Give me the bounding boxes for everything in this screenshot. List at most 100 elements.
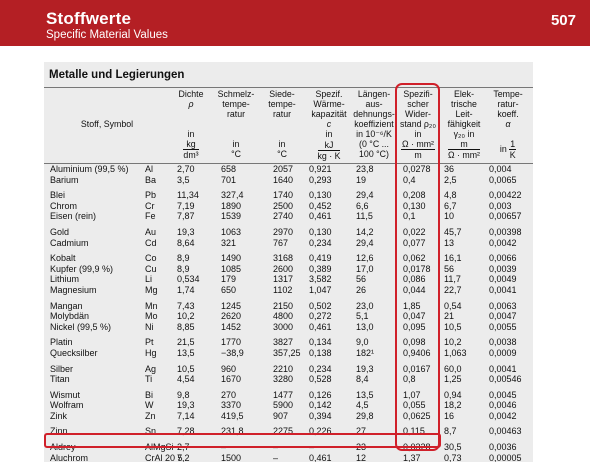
cell-dichte: 0,534 <box>177 274 200 285</box>
cell-leitfaehigkeit: 22,7 <box>444 284 462 295</box>
cell-laengenausdehnung: 26 <box>356 284 367 295</box>
cell-waermekapazitaet: 0,419 <box>309 253 332 264</box>
cell-siedetemperatur: 357,25 <box>273 347 301 358</box>
cell-temperaturkoeffizient: 0,0038 <box>489 337 517 348</box>
table-row: Molybdän Mo 10,2 2620 4800 0,272 5,1 0,047 21 0,0… <box>44 311 533 322</box>
cell-waermekapazitaet: 0,134 <box>309 337 332 348</box>
table-row: Zink Zn 7,14 419,5 907 0,394 29,8 0,0625 16 0,004… <box>44 411 533 422</box>
material-name: Aluchrom <box>50 452 89 462</box>
cell-waermekapazitaet: 0,126 <box>309 389 332 400</box>
cell-temperaturkoeffizient: 0,0036 <box>489 442 517 453</box>
cell-temperaturkoeffizient: 0,0049 <box>489 274 517 285</box>
highlight-konstantan-row <box>44 433 441 448</box>
cell-temperaturkoeffizient: 0,00005 <box>489 452 522 462</box>
table-row: Gold Au 19,3 1063 2970 0,130 14,2 0,022 45,7 0,00… <box>44 227 533 238</box>
cell-spez-widerstand: 1,37 <box>403 452 421 462</box>
cell-temperaturkoeffizient: 0,0047 <box>489 311 517 322</box>
material-symbol: Pb <box>145 190 157 201</box>
material-name: Wolfram <box>50 400 84 411</box>
cell-schmelztemperatur: 960 <box>221 363 237 374</box>
cell-schmelztemperatur: 1539 <box>221 211 242 222</box>
cell-schmelztemperatur: 1085 <box>221 263 242 274</box>
cell-leitfaehigkeit: 18,2 <box>444 400 462 411</box>
material-name: Wismut <box>50 389 80 400</box>
cell-waermekapazitaet: 0,502 <box>309 300 332 311</box>
cell-laengenausdehnung: 6,6 <box>356 200 369 211</box>
material-symbol: Ni <box>145 321 154 332</box>
cell-laengenausdehnung: 29,4 <box>356 190 374 201</box>
cell-temperaturkoeffizient: 0,0009 <box>489 347 517 358</box>
cell-waermekapazitaet: 0,461 <box>309 211 332 222</box>
cell-dichte: 7,19 <box>177 200 195 211</box>
table-row: Eisen (rein) Fe 7,87 1539 2740 0,461 11,5 0,1 10… <box>44 211 533 222</box>
cell-waermekapazitaet: 0,394 <box>309 410 332 421</box>
table-row: Nickel (99,5 %) Ni 8,85 1452 3000 0,461 13,0 0,… <box>44 322 533 333</box>
col-header-temperaturkoeffizient: Tempe- ratur- koeff. α in 1K <box>493 89 523 160</box>
material-name: Kobalt <box>50 253 76 264</box>
cell-siedetemperatur: 2057 <box>273 164 294 174</box>
cell-waermekapazitaet: 0,234 <box>309 237 332 248</box>
col-header-laengenausdehnung: Längen- aus- dehnungs- koeffizient in 10… <box>353 89 395 159</box>
cell-dichte: 11,34 <box>177 190 199 201</box>
cell-laengenausdehnung: 12,6 <box>356 253 374 264</box>
cell-dichte: 1,74 <box>177 284 195 295</box>
cell-siedetemperatur: 767 <box>273 237 289 248</box>
col-header-stoff: Stoff, Symbol <box>80 119 134 129</box>
material-name: Titan <box>50 374 70 385</box>
table-row: Mangan Mn 7,43 1245 2150 0,502 23,0 1,85 0,54 0,0… <box>44 301 533 312</box>
material-symbol: Cu <box>145 263 157 274</box>
material-name: Magnesium <box>50 284 97 295</box>
material-symbol: Fe <box>145 211 156 222</box>
table-row: Quecksilber Hg 13,5 −38,9 357,25 0,138 182¹ 0,9… <box>44 348 533 359</box>
cell-laengenausdehnung: 13,5 <box>356 389 374 400</box>
material-symbol: Pt <box>145 337 154 348</box>
material-name: Mangan <box>50 300 83 311</box>
cell-dichte: 8,9 <box>177 263 190 274</box>
cell-dichte: 8,64 <box>177 237 195 248</box>
cell-temperaturkoeffizient: 0,003 <box>489 200 512 211</box>
cell-laengenausdehnung: 14,2 <box>356 226 374 237</box>
cell-siedetemperatur: 3000 <box>273 321 294 332</box>
table-row: Chrom Cr 7,19 1890 2500 0,452 6,6 0,130 6,7 0,003 <box>44 201 533 212</box>
cell-dichte: 21,5 <box>177 337 195 348</box>
material-name: Blei <box>50 190 66 201</box>
cell-laengenausdehnung: 182¹ <box>356 347 375 358</box>
cell-dichte: 10,5 <box>177 363 195 374</box>
cell-siedetemperatur: 1740 <box>273 190 294 201</box>
cell-waermekapazitaet: 0,142 <box>309 400 332 411</box>
material-name: Aluminium (99,5 %) <box>50 164 129 174</box>
cell-temperaturkoeffizient: 0,0042 <box>489 237 517 248</box>
cell-dichte: 19,3 <box>177 226 195 237</box>
cell-schmelztemperatur: 1452 <box>221 321 242 332</box>
table-row: Wismut Bi 9,8 270 1477 0,126 13,5 1,07 0,94 0,004… <box>44 390 533 401</box>
cell-leitfaehigkeit: 4,8 <box>444 190 457 201</box>
cell-schmelztemperatur: 1670 <box>221 374 242 385</box>
material-name: Eisen (rein) <box>50 211 97 222</box>
cell-laengenausdehnung: 19 <box>356 174 367 185</box>
cell-temperaturkoeffizient: 0,0063 <box>489 300 517 311</box>
material-symbol: Cd <box>145 237 157 248</box>
page-number: 507 <box>550 12 576 29</box>
cell-laengenausdehnung: 13,0 <box>356 321 374 332</box>
cell-dichte: 7,14 <box>177 410 195 421</box>
cell-leitfaehigkeit: 21 <box>444 311 455 322</box>
material-symbol: Bi <box>145 389 154 400</box>
cell-laengenausdehnung: 23,8 <box>356 164 374 174</box>
cell-leitfaehigkeit: 0,54 <box>444 300 462 311</box>
cell-waermekapazitaet: 0,528 <box>309 374 332 385</box>
cell-siedetemperatur: 2210 <box>273 363 294 374</box>
material-name: Zink <box>50 410 68 421</box>
material-name: Gold <box>50 226 70 237</box>
material-symbol: Ba <box>145 174 157 185</box>
cell-dichte: 3,5 <box>177 174 190 185</box>
material-name: Platin <box>50 337 73 348</box>
cell-leitfaehigkeit: 45,7 <box>444 226 462 237</box>
material-name: Quecksilber <box>50 347 98 358</box>
cell-leitfaehigkeit: 2,5 <box>444 174 457 185</box>
material-name: Silber <box>50 363 74 374</box>
cell-schmelztemperatur: 270 <box>221 389 237 400</box>
material-symbol: Zn <box>145 410 156 421</box>
cell-waermekapazitaet: 0,452 <box>309 200 332 211</box>
cell-dichte: 4,54 <box>177 374 195 385</box>
cell-waermekapazitaet: 0,461 <box>309 452 332 462</box>
